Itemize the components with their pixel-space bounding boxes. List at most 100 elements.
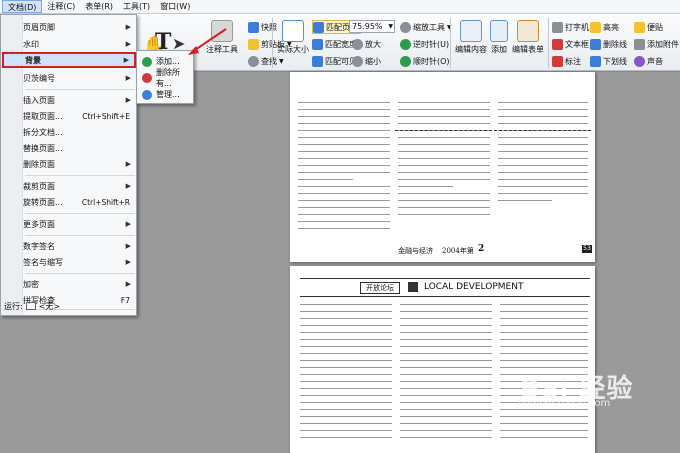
menu-item-background[interactable]: 背景 ▶	[2, 52, 136, 68]
menu-form[interactable]: 表单(R)	[80, 0, 118, 13]
menu-shortcut: Ctrl+Shift+R	[81, 197, 130, 207]
digital-signature-icon	[7, 241, 18, 252]
page2-header-rule-top	[300, 278, 590, 279]
highlight-button[interactable]: 高亮	[590, 20, 619, 34]
crop-icon	[7, 181, 18, 192]
fit-width-button[interactable]: 匹配宽度	[312, 37, 357, 51]
edit-content-button[interactable]: 编辑内容	[452, 20, 490, 55]
menu-tools[interactable]: 工具(T)	[118, 0, 155, 13]
run-action-icon	[25, 302, 36, 310]
red-arrow-annotation	[188, 28, 227, 55]
page1-column-1	[298, 102, 390, 235]
note-label: 便贴	[647, 22, 663, 32]
menu-document[interactable]: 文档(D)	[2, 0, 43, 13]
fit-page-icon	[313, 21, 324, 33]
background-submenu: 添加... 删除所有... 管理...	[136, 50, 194, 104]
chevron-right-icon: ▶	[125, 258, 131, 266]
watermark-icon	[7, 39, 18, 50]
menu-item-label: 页眉页脚	[23, 22, 55, 32]
add-button[interactable]: 添加	[488, 20, 510, 55]
menu-run-row[interactable]: 运行: <无>	[0, 298, 137, 314]
toolbar-divider	[450, 18, 451, 68]
menu-item-replace-page[interactable]: 替换页面...	[2, 140, 136, 156]
menu-item-digital-signature[interactable]: 数字签名 ▶	[2, 238, 136, 254]
menu-item-label: 贝茨编号	[23, 73, 55, 83]
callout-icon	[552, 55, 563, 67]
chevron-down-icon: ▼	[388, 23, 393, 30]
chevron-right-icon: ▶	[125, 280, 131, 288]
menu-item-sign-initials[interactable]: 签名与缩写 ▶	[2, 254, 136, 270]
zoom-in-button[interactable]: 放大	[352, 37, 381, 51]
rotate-ccw-button[interactable]: 逆时针(U)	[400, 37, 449, 51]
menu-item-extract-page[interactable]: 提取页面... Ctrl+Shift+E	[2, 108, 136, 124]
insert-page-icon	[7, 95, 18, 106]
actual-size-button[interactable]: 实际大小	[276, 20, 310, 55]
note-button[interactable]: 便贴	[634, 20, 663, 34]
menu-item-rotate-page[interactable]: 旋转页面... Ctrl+Shift+R	[2, 194, 136, 210]
menu-item-bates[interactable]: 贝茨编号 ▶	[2, 70, 136, 86]
menu-separator	[25, 89, 135, 90]
camera-icon	[248, 21, 259, 33]
underline-icon	[590, 55, 601, 67]
actual-size-label: 实际大小	[277, 45, 309, 54]
menu-separator	[25, 175, 135, 176]
page1-footer-title: 金融与经济	[398, 247, 433, 255]
callout-button[interactable]: 标注	[552, 54, 581, 68]
document-menu: 页眉页脚 ▶ 水印 ▶ 背景 ▶ 贝茨编号 ▶ 插入页面 ▶ 提取页面... Ctrl+Sh…	[0, 14, 137, 316]
edit-form-button[interactable]: 编辑表单	[510, 20, 546, 55]
header-footer-icon	[7, 22, 18, 33]
submenu-item-manage[interactable]: 管理...	[138, 87, 193, 102]
callout-label: 标注	[565, 56, 581, 66]
strikeout-button[interactable]: 删除线	[590, 37, 627, 51]
submenu-item-remove-all[interactable]: 删除所有...	[138, 68, 193, 88]
add-label: 添加	[491, 45, 507, 54]
textbox-button[interactable]: 文本框	[552, 37, 589, 51]
menu-separator	[25, 235, 135, 236]
fit-width-icon	[312, 38, 323, 50]
rotate-cw-button[interactable]: 顺时针(O)	[400, 54, 450, 68]
menu-window[interactable]: 窗口(W)	[155, 0, 195, 13]
menu-item-delete-page[interactable]: 删除页面 ▶	[2, 156, 136, 172]
menu-item-label: 签名与缩写	[23, 257, 63, 267]
sticky-note-icon	[634, 21, 645, 33]
menu-comment[interactable]: 注释(C)	[42, 0, 80, 13]
snapshot-label: 快照	[261, 22, 277, 32]
menu-item-more-pages[interactable]: 更多页面 ▶	[2, 216, 136, 232]
zoom-tool-label: 缩放工具	[413, 22, 445, 32]
menu-item-header-footer[interactable]: 页眉页脚 ▶	[2, 19, 136, 35]
menu-item-insert-page[interactable]: 插入页面 ▶	[2, 92, 136, 108]
zoom-out-button[interactable]: 缩小	[352, 54, 381, 68]
menu-item-label: 拆分文档...	[23, 127, 63, 137]
page1-footer-number: 2	[478, 244, 485, 254]
edit-content-icon	[460, 20, 482, 42]
chevron-right-icon: ▶	[125, 182, 131, 190]
page1-column-2	[398, 102, 490, 221]
search-icon	[248, 55, 259, 67]
add-icon	[142, 56, 152, 67]
menu-item-encrypt[interactable]: 加密 ▶	[2, 276, 136, 292]
extract-page-icon	[7, 111, 18, 122]
textbox-label: 文本框	[565, 39, 589, 49]
sound-button[interactable]: 声音	[634, 54, 663, 68]
page2-header-section: 开放论坛	[360, 282, 400, 294]
menu-item-label: 加密	[23, 279, 39, 289]
clipboard-icon	[248, 38, 259, 50]
page2-header-rule-bottom	[300, 296, 590, 297]
zoom-select[interactable]: 75.95% ▼	[349, 20, 395, 33]
menu-item-crop-page[interactable]: 裁剪页面 ▶	[2, 178, 136, 194]
fit-visible-button[interactable]: 匹配可见	[312, 54, 357, 68]
rotate-ccw-label: 逆时针(U)	[413, 39, 450, 49]
menu-item-label: 水印	[23, 39, 39, 49]
zoom-in-label: 放大	[365, 39, 381, 49]
page2-column-1	[300, 304, 392, 444]
underline-button[interactable]: 下划线	[590, 54, 627, 68]
menu-item-split-doc[interactable]: 拆分文档...	[2, 124, 136, 140]
zoom-tool-button[interactable]: 缩放工具▼	[400, 20, 452, 34]
find-button[interactable]: 查找 ▼	[248, 54, 284, 68]
actual-size-icon	[282, 20, 304, 42]
attach-button[interactable]: 添加附件	[634, 37, 679, 51]
menu-item-watermark[interactable]: 水印 ▶	[2, 36, 136, 52]
menu-shortcut: Ctrl+Shift+E	[82, 111, 130, 121]
typewriter-button[interactable]: 打字机	[552, 20, 589, 34]
split-document-icon	[7, 127, 18, 138]
